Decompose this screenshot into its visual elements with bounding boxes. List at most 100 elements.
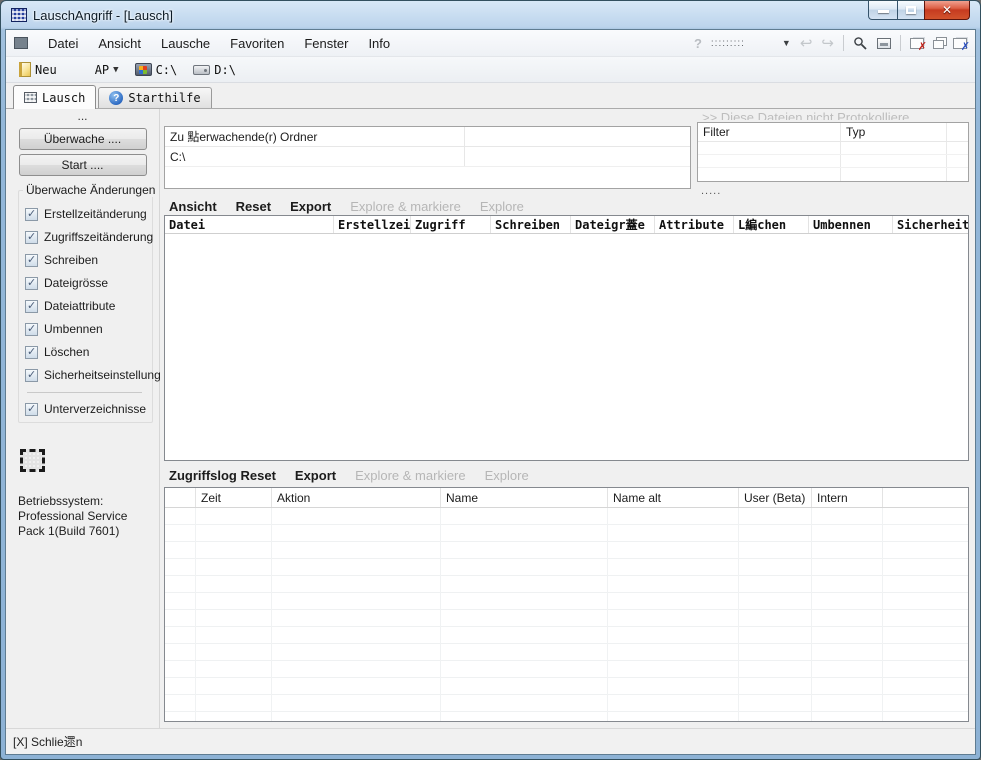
nav-back-icon[interactable]: ↩ [800, 36, 813, 51]
folder-row[interactable]: C:\ [165, 147, 690, 167]
statusbar-text: [X] Schlie遝n [13, 733, 82, 750]
tab-lausch[interactable]: Lausch [13, 85, 96, 109]
menu-zugriffslog-reset[interactable]: Zugriffslog Reset [169, 468, 276, 483]
column-dateigroesse[interactable]: Dateigr蓋e [571, 216, 655, 233]
checkbox-loeschen[interactable] [25, 346, 38, 359]
group-title: Überwache Änderungen [23, 183, 158, 197]
menu-info[interactable]: Info [358, 32, 400, 55]
log-table-body[interactable] [165, 508, 968, 721]
column-erstellzeit[interactable]: Erstellzeit [334, 216, 411, 233]
checkbox-dateiattribute[interactable] [25, 300, 38, 313]
checkbox-row-sicherheitseinstellung[interactable]: Sicherheitseinstellung [25, 368, 152, 382]
group-divider [27, 392, 142, 393]
help-circle-icon: ? [109, 91, 123, 105]
filter-table-header[interactable]: Filter Typ [698, 123, 968, 142]
file-section-menu: Ansicht Reset Export Explore & markiere … [164, 197, 969, 215]
menu-datei[interactable]: Datei [38, 32, 88, 55]
column-empty-trailing[interactable] [883, 488, 968, 507]
drive-c-button[interactable]: C:\ [130, 61, 183, 79]
column-name-alt[interactable]: Name alt [608, 488, 739, 507]
client-area: Datei Ansicht Lausche Favoriten Fenster … [5, 29, 976, 755]
cascade-windows-icon[interactable] [933, 40, 944, 49]
filter-row-empty[interactable] [698, 168, 968, 181]
checkbox-label: Umbennen [44, 322, 103, 336]
close-window-blue-icon[interactable]: ✗ [953, 38, 967, 49]
menu-favoriten[interactable]: Favoriten [220, 32, 294, 55]
column-intern[interactable]: Intern [812, 488, 883, 507]
watched-folders-header-label: Zu 點erwachende(r) Ordner [165, 127, 465, 146]
column-user-beta[interactable]: User (Beta) [739, 488, 812, 507]
column-sicherheit[interactable]: Sicherheit [893, 216, 968, 233]
log-table-header: Zeit Aktion Name Name alt User (Beta) In… [165, 488, 968, 508]
menubar: Datei Ansicht Lausche Favoriten Fenster … [6, 30, 975, 57]
column-zugriff[interactable]: Zugriff [411, 216, 491, 233]
filter-row-empty[interactable] [698, 155, 968, 168]
checkbox-row-umbennen[interactable]: Umbennen [25, 322, 152, 336]
watched-folders-header[interactable]: Zu 點erwachende(r) Ordner [165, 127, 690, 147]
column-aktion[interactable]: Aktion [272, 488, 441, 507]
watched-folders-header-empty [465, 127, 690, 146]
column-loeschen[interactable]: L編chen [734, 216, 809, 233]
checkbox-schreiben[interactable] [25, 254, 38, 267]
folder-row-empty [465, 147, 690, 166]
column-name[interactable]: Name [441, 488, 608, 507]
log-section-menu: Zugriffslog Reset Export Explore & marki… [164, 466, 969, 485]
checkbox-row-loeschen[interactable]: Löschen [25, 345, 152, 359]
column-umbennen[interactable]: Umbennen [809, 216, 893, 233]
restore-button[interactable] [897, 1, 925, 20]
checkbox-row-dateiattribute[interactable]: Dateiattribute [25, 299, 152, 313]
ueberwache-aenderungen-group: Überwache Änderungen Erstellzeitänderung… [18, 190, 153, 423]
empty-cell [947, 168, 968, 181]
checkbox-row-dateigroesse[interactable]: Dateigrösse [25, 276, 152, 290]
checkbox-dateigroesse[interactable] [25, 277, 38, 290]
titlebar: LauschAngriff - [Lausch] ✕ [5, 1, 976, 29]
file-table-body[interactable] [165, 234, 968, 460]
column-datei[interactable]: Datei [165, 216, 334, 233]
ap-dropdown[interactable]: AP ▼ [90, 61, 124, 79]
column-schreiben[interactable]: Schreiben [491, 216, 571, 233]
menu-reset-files[interactable]: Reset [236, 199, 271, 214]
ueberwache-button[interactable]: Überwache .... [19, 128, 147, 150]
menu-lausche[interactable]: Lausche [151, 32, 220, 55]
checkbox-sicherheitseinstellung[interactable] [25, 369, 38, 382]
close-window-red-icon[interactable]: ✗ [910, 38, 924, 49]
column-zeit[interactable]: Zeit [196, 488, 272, 507]
checkbox-row-erstellzeitaenderung[interactable]: Erstellzeitänderung [25, 207, 152, 221]
start-button[interactable]: Start .... [19, 154, 147, 176]
filter-row-empty[interactable] [698, 142, 968, 155]
exclude-panel: >> Diese Dateien nicht Protokolliere Fil… [697, 109, 969, 197]
folder-path: C:\ [165, 147, 465, 166]
folder-row-empty[interactable] [165, 167, 690, 187]
checkbox-row-unterverzeichnisse[interactable]: Unterverzeichnisse [25, 402, 152, 416]
minimize-button[interactable] [868, 1, 898, 20]
nav-forward-icon[interactable]: ↪ [821, 36, 834, 51]
app-icon [11, 8, 27, 22]
search-icon[interactable] [853, 36, 868, 51]
menu-fenster[interactable]: Fenster [294, 32, 358, 55]
chevron-down-icon[interactable]: ▼ [782, 38, 791, 48]
checkbox-unterverzeichnisse[interactable] [25, 403, 38, 416]
close-icon: ✕ [942, 4, 952, 16]
checkbox-zugriffszeitaenderung[interactable] [25, 231, 38, 244]
close-button[interactable]: ✕ [924, 1, 970, 20]
drive-d-button[interactable]: D:\ [188, 61, 241, 79]
sidebar: ... Überwache .... Start .... Überwache … [6, 109, 160, 728]
new-button[interactable]: Neu [14, 60, 62, 79]
checkbox-umbennen[interactable] [25, 323, 38, 336]
column-attribute[interactable]: Attribute [655, 216, 734, 233]
menu-ansicht[interactable]: Ansicht [88, 32, 151, 55]
filter-cell [698, 168, 841, 181]
menu-export-log[interactable]: Export [295, 468, 336, 483]
os-info-line: Professional Service [18, 509, 159, 524]
column-empty[interactable] [165, 488, 196, 507]
menu-ansicht-files[interactable]: Ansicht [169, 199, 217, 214]
app-window: LauschAngriff - [Lausch] ✕ Datei Ansicht… [0, 0, 981, 760]
checkbox-row-zugriffszeitaenderung[interactable]: Zugriffszeitänderung [25, 230, 152, 244]
log-grid-column [196, 508, 272, 721]
checkbox-erstellzeitaenderung[interactable] [25, 208, 38, 221]
minimize-icon [878, 10, 889, 13]
menu-export-files[interactable]: Export [290, 199, 331, 214]
tab-starthilfe[interactable]: ? Starthilfe [98, 87, 211, 108]
checkbox-row-schreiben[interactable]: Schreiben [25, 253, 152, 267]
screen-icon[interactable] [877, 38, 891, 49]
